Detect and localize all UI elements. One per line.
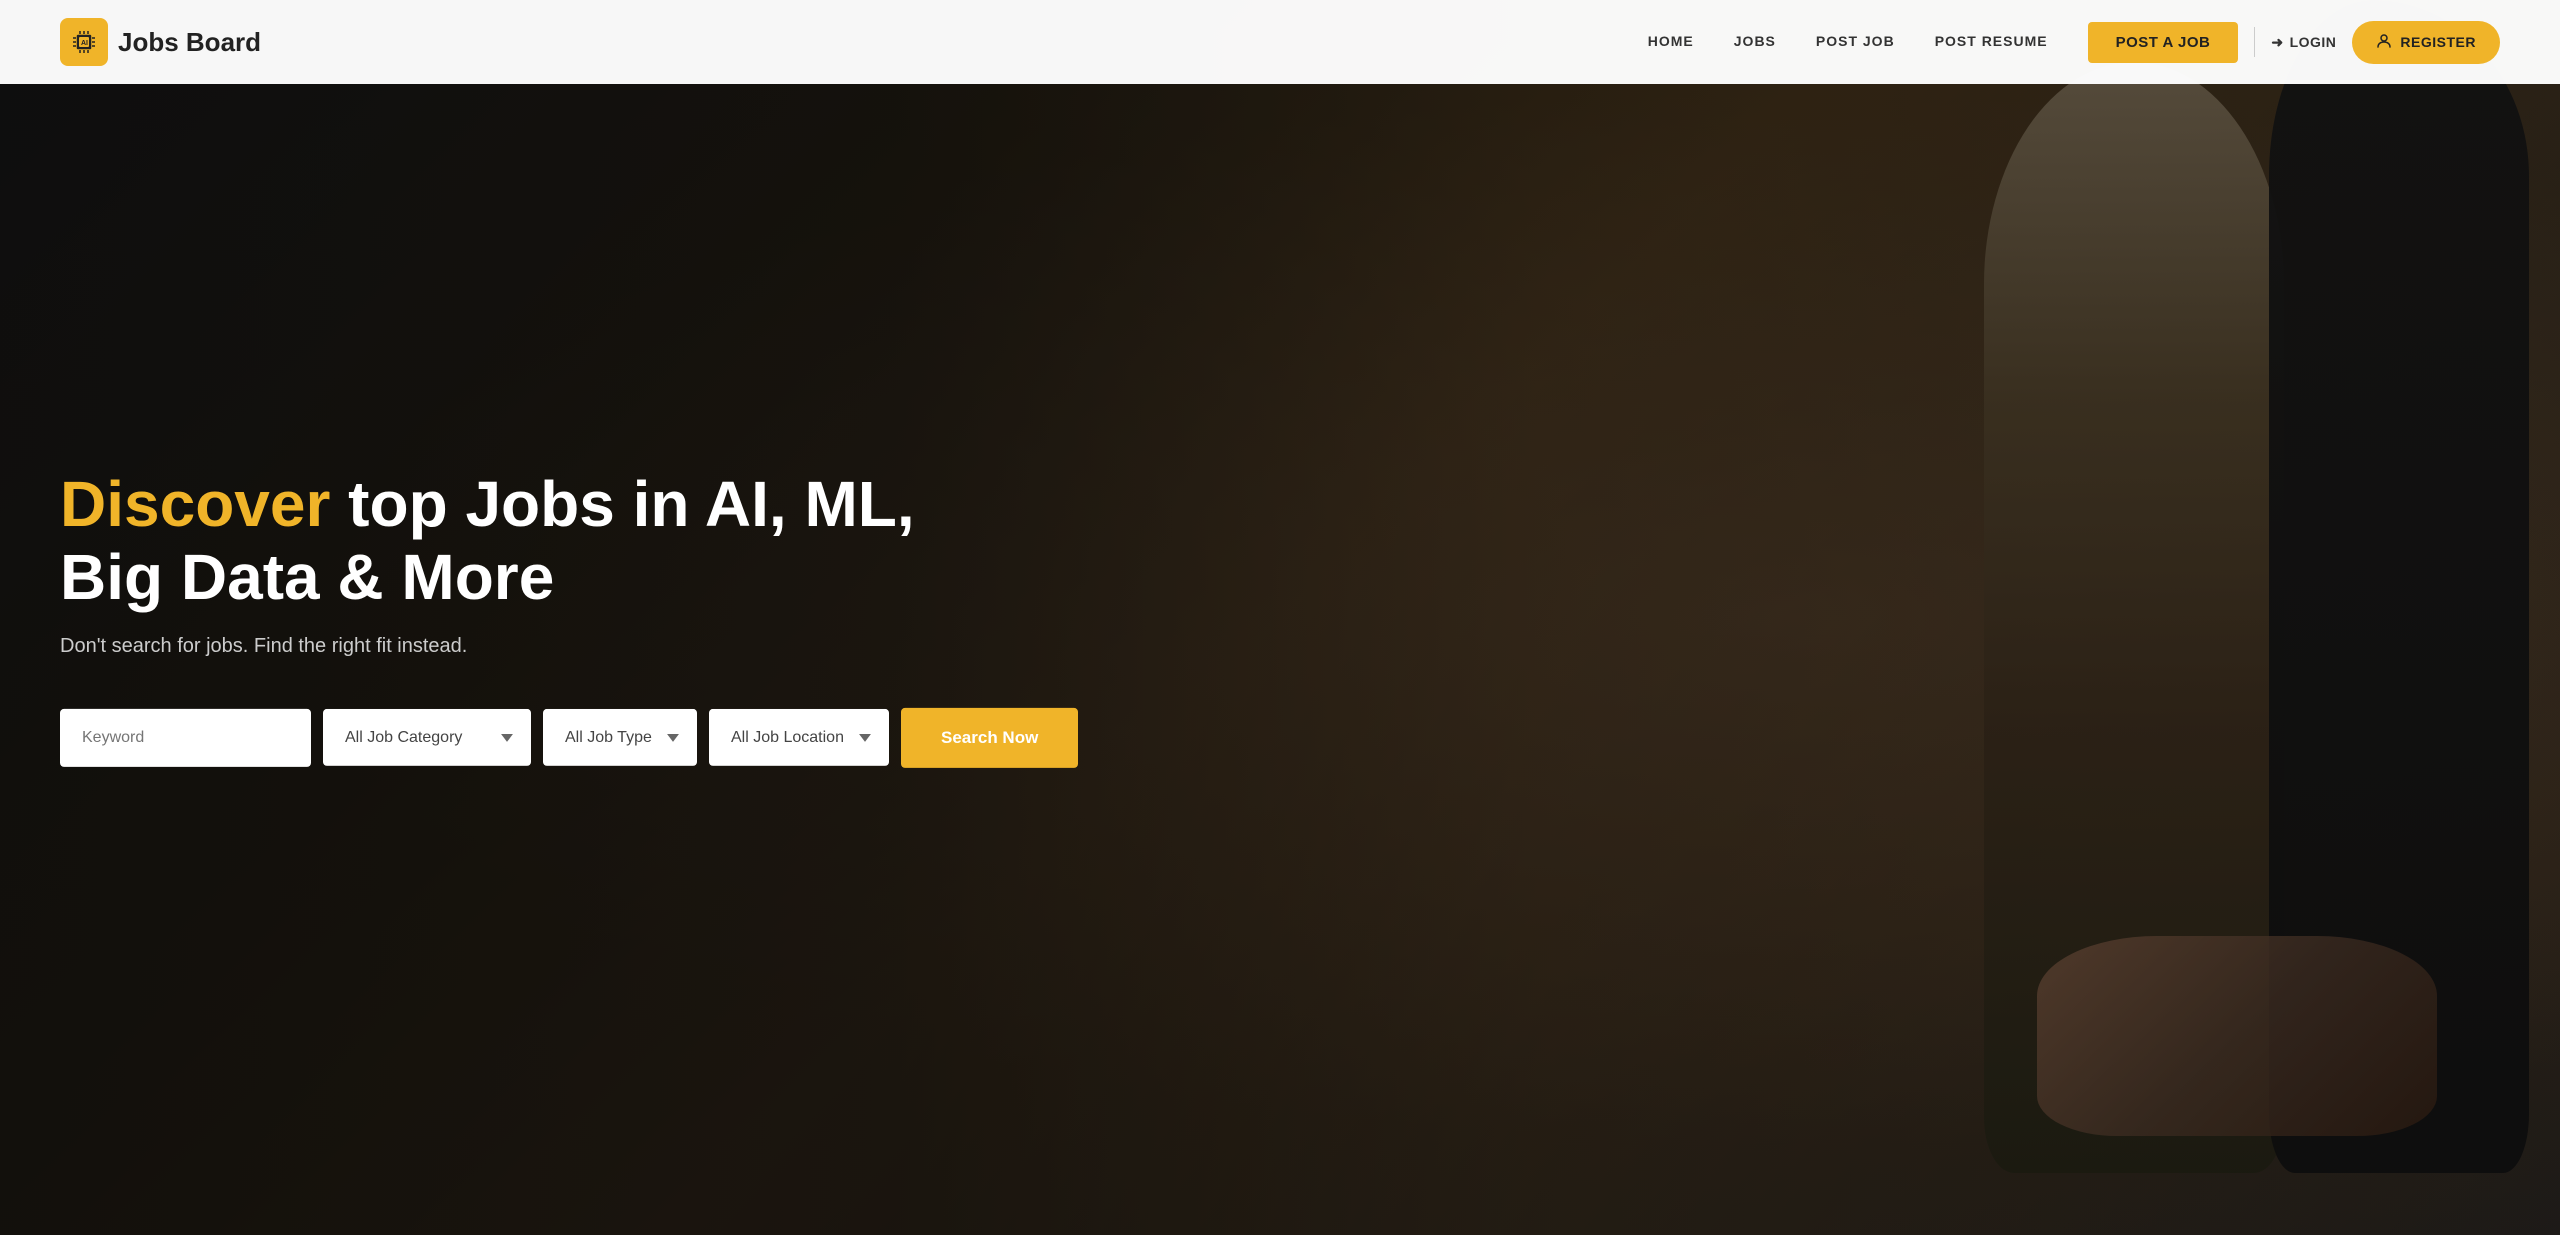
job-type-select[interactable]: All Job Type Full Time Part Time Remote … xyxy=(543,709,697,766)
register-button[interactable]: REGISTER xyxy=(2352,21,2500,64)
nav-link-jobs[interactable]: JOBS xyxy=(1734,33,1776,49)
job-category-select[interactable]: All Job Category Artificial Intelligence… xyxy=(323,709,531,766)
nav-divider xyxy=(2254,27,2255,57)
nav-item-home[interactable]: HOME xyxy=(1648,33,1694,51)
job-location-select[interactable]: All Job Location United States United Ki… xyxy=(709,709,889,766)
keyword-input[interactable] xyxy=(60,709,311,767)
login-icon: ➜ xyxy=(2271,34,2283,51)
nav-actions: POST A JOB ➜ LOGIN REGISTER xyxy=(2088,21,2500,64)
post-a-job-button[interactable]: POST A JOB xyxy=(2088,22,2239,63)
hero-subtitle: Don't search for jobs. Find the right fi… xyxy=(60,635,960,658)
navbar: AI Jobs Board HOME JOBS POST JOB POST RE… xyxy=(0,0,2560,84)
svg-text:AI: AI xyxy=(81,40,88,47)
nav-item-post-job[interactable]: POST JOB xyxy=(1816,33,1895,51)
nav-links: HOME JOBS POST JOB POST RESUME xyxy=(1648,33,2048,51)
hands-area xyxy=(2037,936,2437,1136)
background-people xyxy=(1024,0,2560,1235)
hero-section: AI Jobs Board HOME JOBS POST JOB POST RE… xyxy=(0,0,2560,1235)
nav-link-post-job[interactable]: POST JOB xyxy=(1816,33,1895,49)
hero-title-highlight: Discover xyxy=(60,467,330,539)
hero-title: Discover top Jobs in AI, ML, Big Data & … xyxy=(60,467,960,614)
logo-icon: AI xyxy=(60,18,108,66)
logo-text: Jobs Board xyxy=(118,27,261,58)
hero-content: Discover top Jobs in AI, ML, Big Data & … xyxy=(60,467,960,767)
nav-item-jobs[interactable]: JOBS xyxy=(1734,33,1776,51)
site-logo[interactable]: AI Jobs Board xyxy=(60,18,261,66)
nav-item-post-resume[interactable]: POST RESUME xyxy=(1935,33,2048,51)
login-button[interactable]: ➜ LOGIN xyxy=(2271,34,2336,51)
search-now-button[interactable]: Search Now xyxy=(901,708,1078,768)
chip-icon: AI xyxy=(70,28,98,56)
search-bar: All Job Category Artificial Intelligence… xyxy=(60,708,960,768)
nav-link-home[interactable]: HOME xyxy=(1648,33,1694,49)
register-icon xyxy=(2376,33,2392,52)
nav-link-post-resume[interactable]: POST RESUME xyxy=(1935,33,2048,49)
